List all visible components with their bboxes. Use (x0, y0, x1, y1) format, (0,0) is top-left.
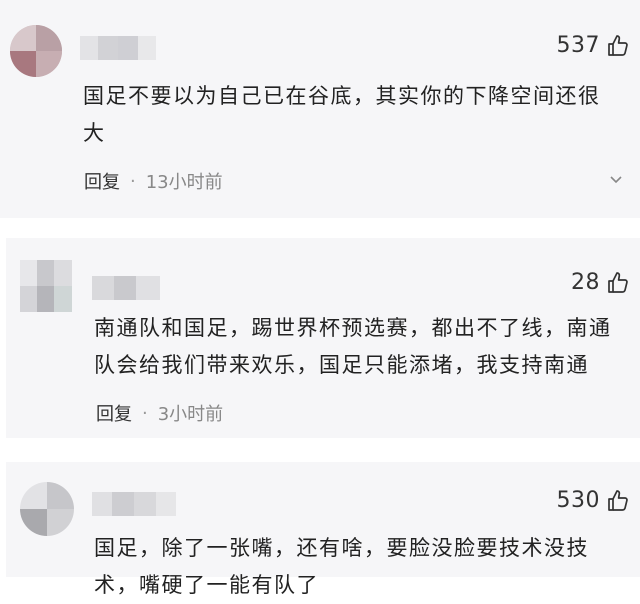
username-blurred[interactable] (92, 276, 160, 300)
thumbs-up-icon[interactable] (606, 34, 630, 58)
chevron-down-icon[interactable] (606, 170, 626, 190)
comment-text-line: 队会给我们带来欢乐，国足只能添堵，我支持南通 (94, 353, 589, 377)
thumbs-up-icon[interactable] (606, 271, 630, 295)
comment-text-line: 国足不要以为自己已在谷底，其实你的下降空间还很 (83, 84, 601, 108)
timestamp: 13小时前 (145, 172, 223, 193)
like-count[interactable]: 28 (571, 270, 630, 295)
separator-dot: · (130, 170, 136, 192)
timestamp: 3小时前 (157, 404, 224, 425)
like-count-value: 28 (571, 270, 600, 295)
avatar[interactable] (20, 482, 74, 536)
comment-text-line: 国足，除了一张嘴，还有啥，要脸没脸要技术没技 (94, 536, 589, 560)
reply-button[interactable]: 回复 (84, 168, 120, 194)
separator-dot: · (142, 402, 148, 424)
comment-card: 537 国足不要以为自己已在谷底，其实你的下降空间还很 大 回复 · 13小时前 (0, 0, 640, 218)
comment-text: 南通队和国足，踢世界杯预选赛，都出不了线，南通 队会给我们带来欢乐，国足只能添堵… (94, 310, 634, 384)
like-count[interactable]: 530 (557, 488, 631, 513)
comment-meta: 回复 · 3小时前 (96, 400, 223, 426)
comment-card: 28 南通队和国足，踢世界杯预选赛，都出不了线，南通 队会给我们带来欢乐，国足只… (6, 238, 640, 438)
like-count-value: 530 (556, 488, 600, 513)
comment-text: 国足不要以为自己已在谷底，其实你的下降空间还很 大 (83, 78, 623, 152)
like-count[interactable]: 537 (557, 33, 631, 58)
comment-card: 530 国足，除了一张嘴，还有啥，要脸没脸要技术没技 术，嘴硬了一能有队了 (6, 462, 640, 597)
comment-text: 国足，除了一张嘴，还有啥，要脸没脸要技术没技 术，嘴硬了一能有队了 (94, 530, 634, 604)
like-count-value: 537 (556, 33, 600, 58)
avatar[interactable] (10, 25, 62, 77)
comment-text-line: 术，嘴硬了一能有队了 (94, 573, 319, 597)
avatar[interactable] (20, 260, 72, 312)
reply-button[interactable]: 回复 (96, 400, 132, 426)
comment-meta: 回复 · 13小时前 (84, 168, 223, 194)
username-blurred[interactable] (80, 36, 156, 60)
username-blurred[interactable] (92, 492, 176, 516)
comment-text-line: 大 (83, 121, 106, 145)
comment-text-line: 南通队和国足，踢世界杯预选赛，都出不了线，南通 (94, 316, 612, 340)
thumbs-up-icon[interactable] (606, 489, 630, 513)
